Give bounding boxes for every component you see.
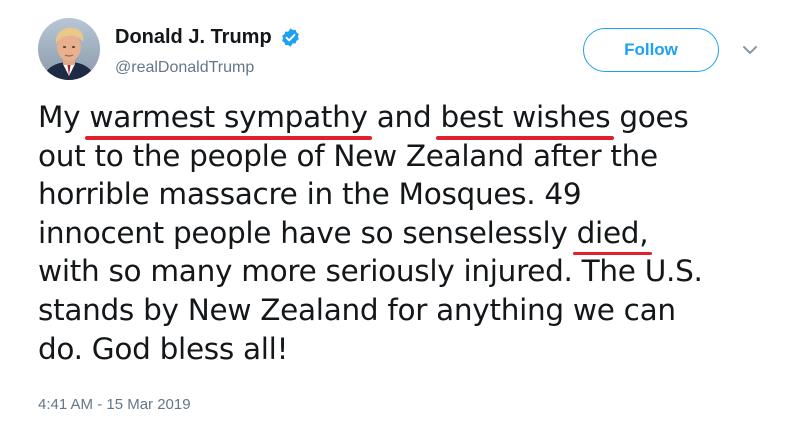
author-handle[interactable]: @realDonaldTrump: [115, 59, 254, 77]
tweet-text-segment: stands by New Zealand for anything we ca…: [38, 292, 676, 327]
tweet-text-segment: horrible massacre in the Mosques. 49: [38, 177, 582, 212]
verified-badge-icon: [280, 27, 301, 48]
tweet-text-segment: out to the people of New Zealand after t…: [38, 138, 658, 173]
tweet-text-segment: and: [367, 100, 441, 134]
underlined-phrase: died,: [572, 214, 652, 255]
underlined-phrase: best wishes: [436, 98, 615, 140]
tweet-text-line: with so many more seriously injured. The…: [38, 252, 778, 291]
follow-button[interactable]: Follow: [583, 28, 719, 72]
tweet-text-line: My warmest sympathy and best wishes goes: [38, 98, 778, 140]
tweet-text-segment: with so many more seriously injured. The…: [38, 254, 703, 289]
tweet-text-line: horrible massacre in the Mosques. 49: [38, 175, 778, 214]
tweet-text: My warmest sympathy and best wishes goes…: [38, 98, 778, 368]
avatar[interactable]: [38, 18, 100, 80]
author-name-row: Donald J. Trump: [115, 24, 301, 50]
tweet-text-segment: innocent people have so senselessly: [38, 215, 577, 250]
chevron-down-icon[interactable]: [742, 43, 758, 55]
tweet-timestamp[interactable]: 4:41 AM - 15 Mar 2019: [38, 396, 191, 413]
tweet-text-line: innocent people have so senselessly died…: [38, 214, 778, 255]
tweet-card: Donald J. Trump @realDonaldTrump Follow …: [0, 0, 790, 425]
tweet-text-segment: do. God bless all!: [38, 331, 289, 366]
tweet-text-segment: goes: [610, 100, 689, 134]
tweet-text-segment: My: [38, 100, 90, 134]
tweet-text-line: out to the people of New Zealand after t…: [38, 137, 778, 176]
tweet-text-line: stands by New Zealand for anything we ca…: [38, 291, 778, 330]
tweet-text-line: do. God bless all!: [38, 330, 778, 369]
display-name[interactable]: Donald J. Trump: [115, 26, 272, 49]
underlined-phrase: warmest sympathy: [85, 98, 373, 140]
